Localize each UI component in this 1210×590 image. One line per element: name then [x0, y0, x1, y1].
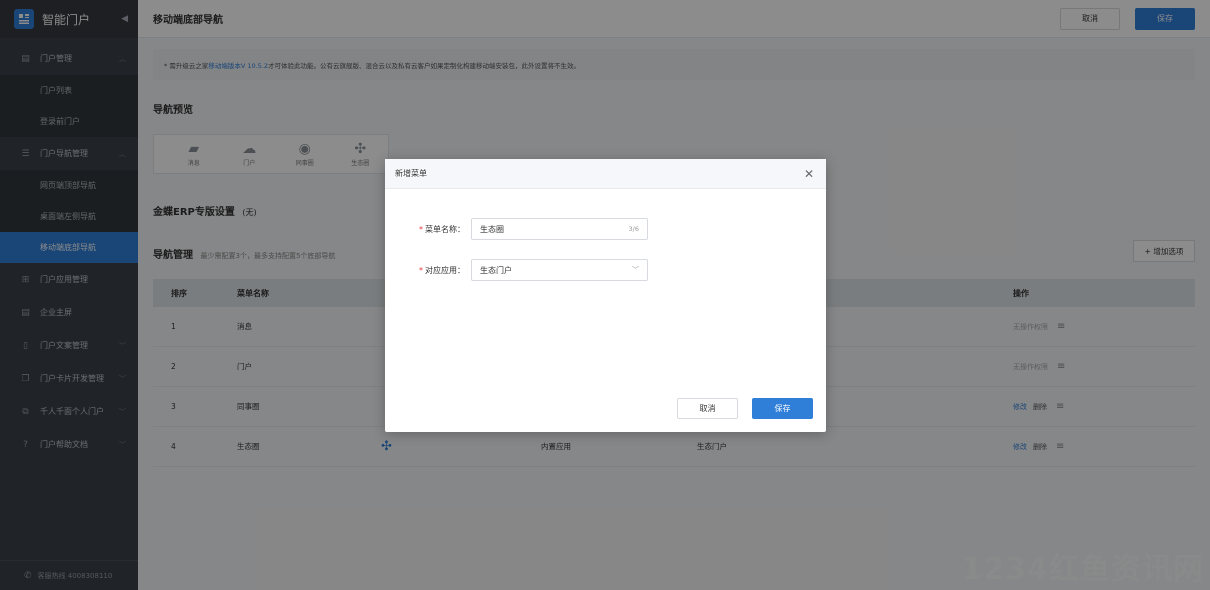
app-select-value: 生态门户: [480, 265, 512, 275]
dialog-save-button[interactable]: 保存: [752, 398, 813, 419]
required-mark: *: [419, 265, 423, 275]
menu-name-value: 生态圈: [480, 224, 504, 234]
menu-name-row: * 菜单名称： 生态圈 3/6: [415, 218, 648, 240]
menu-name-label: * 菜单名称：: [415, 224, 471, 235]
dialog-title: 新增菜单: [395, 169, 427, 178]
dialog-cancel-button[interactable]: 取消: [677, 398, 738, 419]
app-label: * 对应应用：: [415, 265, 471, 276]
app-row: * 对应应用： 生态门户 ﹀: [415, 259, 648, 281]
menu-name-label-text: 菜单名称：: [425, 224, 465, 234]
app-label-text: 对应应用：: [425, 265, 465, 275]
close-icon[interactable]: ✕: [804, 167, 814, 181]
char-counter: 3/6: [628, 225, 639, 233]
app-select[interactable]: 生态门户 ﹀: [471, 259, 648, 281]
required-mark: *: [419, 224, 423, 234]
menu-name-input[interactable]: 生态圈 3/6: [471, 218, 648, 240]
dialog-header: 新增菜单 ✕: [385, 159, 826, 189]
add-menu-dialog: 新增菜单 ✕ * 菜单名称： 生态圈 3/6 * 对应应用： 生态门户 ﹀ 取消 保…: [385, 159, 826, 432]
chevron-down-icon: ﹀: [632, 266, 639, 274]
watermark: 1234红鱼资讯网: [961, 552, 1204, 587]
